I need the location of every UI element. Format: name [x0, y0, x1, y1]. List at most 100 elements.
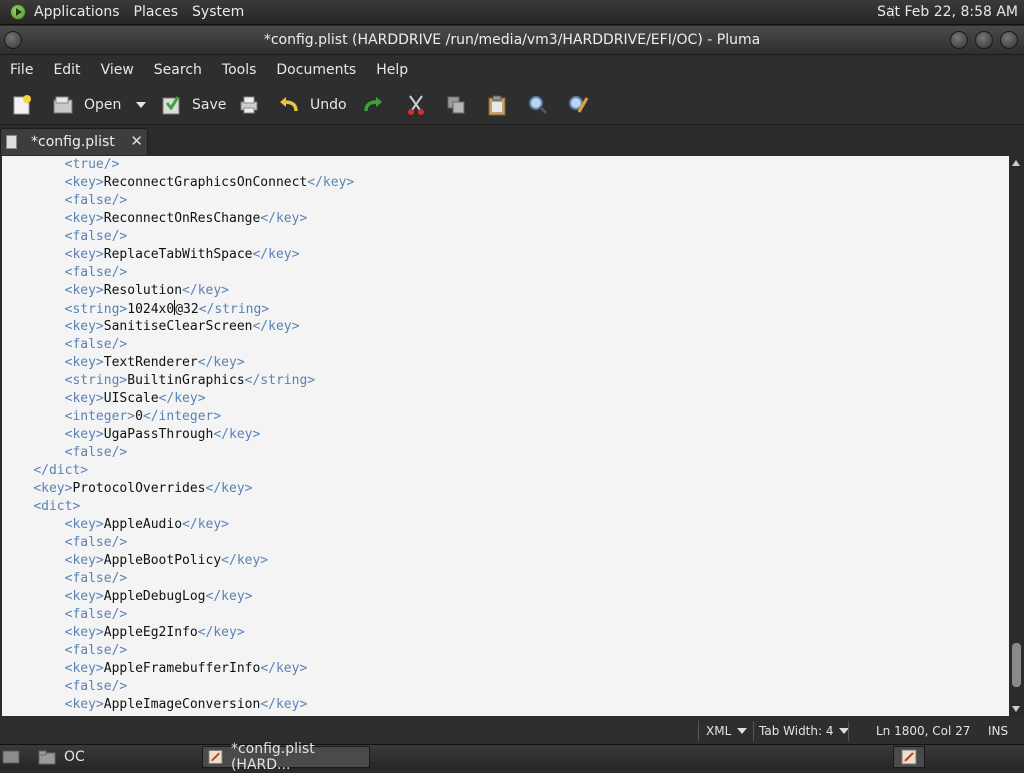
copy-button[interactable] [445, 86, 467, 124]
undo-label: Undo [310, 97, 347, 113]
tab-width-dropdown[interactable]: Tab Width: 4 [759, 718, 850, 744]
statusbar-separator [848, 721, 849, 741]
tab-width-label: Tab Width: 4 [759, 724, 834, 738]
mate-logo-icon[interactable] [10, 4, 26, 20]
menu-file[interactable]: File [10, 62, 33, 78]
code-line[interactable]: <string>1024x0@32</string> [2, 300, 354, 318]
code-line[interactable]: <key>AppleDebugLog</key> [2, 588, 354, 606]
menu-view[interactable]: View [101, 62, 134, 78]
code-line[interactable]: <false/> [2, 606, 354, 624]
code-line[interactable]: <key>Resolution</key> [2, 282, 354, 300]
xml-close-tag: </key> [260, 211, 308, 226]
xml-open-tag: <false/> [64, 607, 128, 622]
tab-label: *config.plist [31, 134, 115, 150]
code-line[interactable]: <false/> [2, 444, 354, 462]
code-line[interactable]: <key>AppleAudio</key> [2, 516, 354, 534]
save-button[interactable]: Save [160, 86, 226, 124]
menu-tools[interactable]: Tools [222, 62, 257, 78]
xml-text: 0 [135, 409, 143, 424]
minimize-icon[interactable] [950, 31, 968, 49]
workspace-switcher[interactable] [893, 746, 925, 768]
panel-menu-places[interactable]: Places [134, 4, 179, 20]
code-line[interactable]: <false/> [2, 192, 354, 210]
xml-open-tag: <key> [64, 553, 104, 568]
code-line[interactable]: <key>AppleImageConversion</key> [2, 696, 354, 714]
code-line[interactable]: <key>ProtocolOverrides</key> [2, 480, 354, 498]
code-line[interactable]: <key>UgaPassThrough</key> [2, 426, 354, 444]
taskbar-item-pluma[interactable]: *config.plist (HARD... [202, 741, 370, 773]
open-folder-icon [53, 96, 73, 114]
xml-open-tag: <dict> [33, 499, 81, 514]
show-desktop-button[interactable] [2, 746, 22, 768]
statusbar-separator [753, 721, 754, 741]
menu-search[interactable]: Search [154, 62, 202, 78]
taskbar-item-oc[interactable]: OC [30, 746, 198, 768]
code-line[interactable]: <key>AppleBootPolicy</key> [2, 552, 354, 570]
open-button[interactable]: Open [52, 86, 121, 124]
menu-documents[interactable]: Documents [276, 62, 356, 78]
find-button[interactable] [526, 86, 548, 124]
panel-menu-system[interactable]: System [192, 4, 244, 20]
redo-button[interactable] [362, 86, 384, 124]
code-line[interactable]: <false/> [2, 534, 354, 552]
code-line[interactable]: <false/> [2, 264, 354, 282]
paste-button[interactable] [486, 86, 508, 124]
undo-button[interactable]: Undo [278, 86, 347, 124]
menu-help[interactable]: Help [376, 62, 408, 78]
code-line[interactable]: <key>ReconnectGraphicsOnConnect</key> [2, 174, 355, 192]
code-view[interactable]: <true/> <key>ReconnectGraphicsOnConnect<… [2, 156, 354, 714]
cut-button[interactable] [405, 86, 427, 124]
close-tab-icon[interactable]: ✕ [130, 132, 143, 150]
code-line[interactable]: <integer>0</integer> [2, 408, 354, 426]
panel-clock[interactable]: Sat Feb 22, 8:58 AM [877, 0, 1018, 24]
open-recent-dropdown[interactable] [130, 86, 146, 124]
language-dropdown[interactable]: XML [706, 718, 748, 744]
code-line[interactable]: <false/> [2, 228, 354, 246]
maximize-icon[interactable] [975, 31, 993, 49]
xml-open-tag: <key> [64, 661, 104, 676]
find-replace-button[interactable] [567, 86, 589, 124]
code-line[interactable]: <key>TextRenderer</key> [2, 354, 354, 372]
code-line[interactable]: <true/> [2, 156, 354, 174]
scrollbar-thumb[interactable] [1012, 643, 1021, 687]
text-editor[interactable]: <true/> <key>ReconnectGraphicsOnConnect<… [2, 156, 1009, 716]
vertical-scrollbar[interactable] [1009, 156, 1024, 716]
xml-text: ProtocolOverrides [72, 481, 206, 496]
print-button[interactable] [238, 86, 260, 124]
code-line[interactable]: <false/> [2, 570, 354, 588]
scroll-up-icon[interactable] [1012, 160, 1020, 166]
code-line[interactable]: <key>ReplaceTabWithSpace</key> [2, 246, 354, 264]
cursor-position: Ln 1800, Col 27 [876, 724, 971, 738]
window-titlebar[interactable]: *config.plist (HARDDRIVE /run/media/vm3/… [0, 26, 1024, 55]
code-line[interactable]: <key>SanitiseClearScreen</key> [2, 318, 354, 336]
xml-text: UgaPassThrough [103, 427, 214, 442]
code-line[interactable]: </dict> [2, 462, 354, 480]
xml-close-tag: </integer> [142, 409, 222, 424]
code-line[interactable]: <dict> [2, 498, 354, 516]
xml-open-tag: <key> [64, 319, 104, 334]
menu-edit[interactable]: Edit [53, 62, 80, 78]
code-line[interactable]: <string>BuiltinGraphics</string> [2, 372, 354, 390]
xml-open-tag: <false/> [64, 535, 128, 550]
panel-menu-applications[interactable]: Applications [34, 4, 120, 20]
close-window-icon[interactable] [1000, 31, 1018, 49]
code-line[interactable]: <key>UIScale</key> [2, 390, 354, 408]
tab-config-plist[interactable]: *config.plist ✕ [0, 128, 148, 155]
scroll-down-icon[interactable] [1012, 706, 1020, 712]
code-line[interactable]: <key>AppleEg2Info</key> [2, 624, 354, 642]
xml-open-tag: <integer> [64, 409, 136, 424]
code-line[interactable]: <key>ReconnectOnResChange</key> [2, 210, 354, 228]
xml-open-tag: <key> [64, 247, 104, 262]
xml-text: AppleEg2Info [103, 625, 198, 640]
code-line[interactable]: <false/> [2, 336, 354, 354]
new-document-button[interactable] [11, 86, 33, 124]
code-line[interactable]: <key>AppleFramebufferInfo</key> [2, 660, 354, 678]
print-icon [240, 96, 258, 114]
code-line[interactable]: <false/> [2, 642, 354, 660]
code-line[interactable]: <false/> [2, 678, 354, 696]
